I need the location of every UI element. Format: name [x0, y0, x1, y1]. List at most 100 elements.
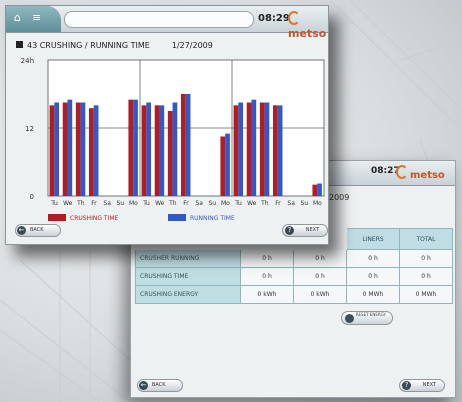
table-cell: 0 h [240, 267, 294, 286]
bar-running [146, 102, 152, 196]
table-cell: 0 MWh [346, 285, 400, 304]
next-button[interactable]: ? NEXT [282, 224, 328, 237]
bar-crushing [312, 184, 318, 196]
table-cell: 0 h [293, 249, 347, 268]
x-tick-label: Th [168, 200, 177, 207]
chart-svg: 01224hTu We Th Fr Sa Su Mo Tu We Th Fr Sa Su Mo Tu We Th… [21, 57, 325, 222]
x-tick-label: Th [260, 200, 269, 207]
reset-icon [345, 314, 354, 323]
legend-label: RUNNING TIME [190, 215, 235, 222]
back-arrow-icon: ← [17, 226, 26, 235]
bar-running [93, 105, 99, 196]
bar-crushing [259, 102, 265, 196]
front-screen-topbar: ⌂ ≡ 08:29 metso [6, 6, 328, 40]
bar-crushing [75, 102, 81, 196]
bar-running [225, 133, 230, 196]
bar-running [133, 99, 138, 196]
bar-crushing [89, 108, 94, 196]
running-time-chart: 0 12 24h Tu We Th Fr Sa Su Mo Tu We Th Fr Sa Su Mo Tu We Th… [6, 52, 328, 222]
table-cell: 0 h [399, 249, 453, 268]
y-tick-label: 0 [30, 193, 34, 201]
table-cell: 0 h [346, 249, 400, 268]
bar-running [185, 94, 191, 196]
table-cell: 0 MWh [399, 285, 453, 304]
x-tick-label: Tu [234, 200, 242, 207]
x-tick-label: Fr [275, 200, 281, 207]
table-cell: 0 h [399, 267, 453, 286]
x-tick-label: Sa [103, 200, 111, 207]
legend-label: CRUSHING TIME [70, 215, 118, 222]
page-title: 43 CRUSHING / RUNNING TIME [27, 41, 150, 50]
legend-swatch [48, 214, 66, 221]
help-icon: ? [402, 381, 411, 390]
x-tick-label: Tu [50, 200, 58, 207]
back-arrow-icon: ← [139, 381, 148, 390]
x-tick-label: We [247, 200, 257, 207]
bar-crushing [141, 105, 147, 196]
bar-crushing [220, 136, 226, 196]
x-tick-label: Mo [313, 200, 322, 207]
bar-running [251, 99, 257, 196]
x-tick-label: We [63, 200, 73, 207]
bar-crushing [273, 105, 278, 196]
bar-running [317, 183, 322, 196]
x-tick-label: Su [300, 200, 308, 207]
x-tick-label: Sa [195, 200, 203, 207]
bar-crushing [181, 94, 186, 196]
x-tick-label: Mo [129, 200, 138, 207]
nav-tab[interactable]: ⌂ ≡ [6, 6, 61, 32]
x-tick-label: Tu [142, 200, 150, 207]
table-row: CRUSHING ENERGY 0 kWh 0 kWh 0 MWh 0 MWh [135, 285, 453, 304]
x-tick-label: Sa [287, 200, 295, 207]
bar-crushing [49, 105, 55, 196]
x-tick-label: Mo [221, 200, 230, 207]
front-screen-panel: ⌂ ≡ 08:29 metso 43 CRUSHING / RUNNING TI… [5, 5, 329, 245]
y-tick-label: 12 [25, 125, 34, 133]
front-screen-clock: 08:29 [258, 13, 290, 24]
bar-running [80, 102, 86, 196]
x-tick-label: Su [208, 200, 216, 207]
network-icon[interactable]: ≡ [32, 12, 41, 24]
bar-crushing [62, 102, 68, 196]
legend-swatch [168, 214, 186, 221]
bar-running [54, 102, 60, 196]
x-tick-label: Th [76, 200, 85, 207]
back-screen-back-button[interactable]: ← BACK [137, 379, 183, 392]
metso-logo-icon: metso [288, 11, 328, 40]
page-date: 1/27/2009 [171, 41, 213, 50]
y-tick-label: 24h [21, 57, 34, 65]
back-button[interactable]: ← BACK [15, 224, 61, 237]
x-tick-label: Su [116, 200, 124, 207]
bar-crushing [233, 105, 239, 196]
table-cell: 0 kWh [293, 285, 347, 304]
back-screen-next-button[interactable]: ? NEXT [399, 379, 445, 392]
home-icon[interactable]: ⌂ [14, 12, 24, 24]
bar-crushing [246, 102, 252, 196]
reset-energy-button[interactable]: RESET ENERGY [341, 311, 393, 325]
table-cell: 0 h [293, 267, 347, 286]
column-header-liners: LINERS [346, 228, 400, 250]
bar-crushing [167, 111, 173, 196]
bar-running [159, 105, 165, 196]
x-tick-label: Fr [91, 200, 97, 207]
column-header-total: TOTAL [399, 228, 453, 250]
x-tick-label: We [155, 200, 165, 207]
bar-running [67, 99, 73, 196]
bar-running [238, 102, 244, 196]
table-cell: 0 h [346, 267, 400, 286]
table-row: CRUSHING TIME 0 h 0 h 0 h 0 h [135, 267, 453, 286]
metso-logo-icon: metso [396, 165, 445, 181]
row-label: CRUSHING ENERGY [135, 285, 241, 304]
x-tick-label: Fr [183, 200, 189, 207]
bar-crushing [128, 99, 134, 196]
bar-running [172, 102, 178, 196]
row-label: CRUSHER RUNNING [135, 249, 241, 268]
page-icon [16, 41, 23, 48]
row-label: CRUSHING TIME [135, 267, 241, 286]
back-screen-date: 2009 [329, 193, 350, 202]
message-field[interactable] [64, 11, 254, 28]
help-icon: ? [285, 226, 294, 235]
bar-running [264, 102, 270, 196]
table-cell: 0 kWh [240, 285, 294, 304]
table-cell: 0 h [240, 249, 294, 268]
